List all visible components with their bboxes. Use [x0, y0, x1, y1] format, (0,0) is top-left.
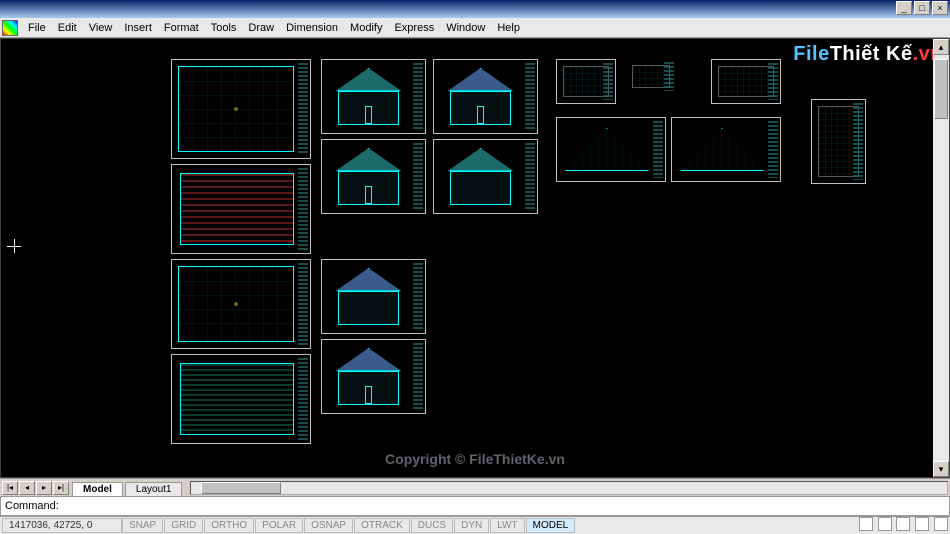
tab-nav-first[interactable]: |◂: [2, 481, 18, 495]
tab-nav-next[interactable]: ▸: [36, 481, 52, 495]
sheet-section-a[interactable]: [321, 339, 426, 414]
tray-icon-2[interactable]: [878, 517, 892, 531]
sheet-section-c[interactable]: [433, 139, 538, 214]
sheet-roof-plan-1[interactable]: [171, 164, 311, 254]
tray-icon-5[interactable]: [934, 517, 948, 531]
sheet-floor-plan[interactable]: [171, 59, 311, 159]
menu-tools[interactable]: Tools: [205, 20, 243, 36]
status-bar: 1417036, 42725, 0 SNAP GRID ORTHO POLAR …: [0, 516, 950, 534]
sheet-roof-truss-2[interactable]: [671, 117, 781, 182]
command-line[interactable]: Command:: [0, 496, 950, 516]
tab-layout1[interactable]: Layout1: [125, 482, 183, 496]
status-coordinates: 1417036, 42725, 0: [2, 518, 122, 533]
scroll-h-thumb[interactable]: [201, 482, 281, 494]
toggle-dyn[interactable]: DYN: [454, 518, 489, 533]
minimize-button[interactable]: _: [896, 1, 912, 15]
sheet-section-b[interactable]: [433, 59, 538, 134]
tab-model[interactable]: Model: [72, 482, 123, 496]
toggle-osnap[interactable]: OSNAP: [304, 518, 353, 533]
scroll-v-track[interactable]: [933, 55, 949, 461]
canvas-scrollbar-horizontal[interactable]: [190, 481, 948, 495]
sheet-rear-elevation[interactable]: [321, 259, 426, 334]
maximize-button[interactable]: □: [914, 1, 930, 15]
watermark-text: Copyright © FileThietKe.vn: [385, 451, 565, 467]
sheet-ceiling-plan[interactable]: [171, 259, 311, 349]
tray-icon-1[interactable]: [859, 517, 873, 531]
sheet-detail-3[interactable]: [711, 59, 781, 104]
toggle-otrack[interactable]: OTRACK: [354, 518, 410, 533]
menu-express[interactable]: Express: [388, 20, 440, 36]
drawing-sheets: [171, 59, 919, 447]
sheet-detail-column[interactable]: [811, 99, 866, 184]
sheet-side-elevation[interactable]: [321, 139, 426, 214]
toggle-snap[interactable]: SNAP: [122, 518, 163, 533]
layout-tabs-row: |◂ ◂ ▸ ▸| Model Layout1: [0, 478, 950, 496]
scroll-v-thumb[interactable]: [934, 59, 948, 119]
scroll-up-button[interactable]: ▴: [933, 39, 949, 55]
sheet-detail-2[interactable]: [626, 59, 676, 94]
tab-nav-last[interactable]: ▸|: [53, 481, 69, 495]
tab-nav-prev[interactable]: ◂: [19, 481, 35, 495]
window-titlebar: _ □ ×: [0, 0, 950, 18]
menu-insert[interactable]: Insert: [118, 20, 158, 36]
sheet-roof-truss-1[interactable]: [556, 117, 666, 182]
sheet-roof-plan-2[interactable]: [171, 354, 311, 444]
close-button[interactable]: ×: [932, 1, 948, 15]
menu-bar: File Edit View Insert Format Tools Draw …: [0, 18, 950, 38]
sheet-detail-1[interactable]: [556, 59, 616, 104]
sheet-front-elevation[interactable]: [321, 59, 426, 134]
tray-icon-3[interactable]: [896, 517, 910, 531]
toggle-polar[interactable]: POLAR: [255, 518, 303, 533]
toggle-ducs[interactable]: DUCS: [411, 518, 453, 533]
toggle-grid[interactable]: GRID: [164, 518, 203, 533]
menu-dimension[interactable]: Dimension: [280, 20, 344, 36]
status-tray: [857, 517, 948, 534]
toggle-lwt[interactable]: LWT: [490, 518, 524, 533]
crosshair-cursor: [7, 239, 21, 253]
drawing-canvas[interactable]: FileThiết Kế.vn Copyright © FileThietKe.…: [0, 38, 950, 478]
menu-file[interactable]: File: [22, 20, 52, 36]
menu-draw[interactable]: Draw: [242, 20, 280, 36]
menu-window[interactable]: Window: [440, 20, 491, 36]
menu-edit[interactable]: Edit: [52, 20, 83, 36]
scroll-down-button[interactable]: ▾: [933, 461, 949, 477]
menu-view[interactable]: View: [83, 20, 119, 36]
toggle-ortho[interactable]: ORTHO: [204, 518, 254, 533]
menu-format[interactable]: Format: [158, 20, 205, 36]
app-icon: [2, 20, 18, 36]
canvas-scrollbar-vertical[interactable]: ▴ ▾: [933, 39, 949, 477]
command-prompt-label: Command:: [5, 500, 59, 512]
tray-icon-4[interactable]: [915, 517, 929, 531]
menu-help[interactable]: Help: [491, 20, 526, 36]
toggle-model[interactable]: MODEL: [526, 518, 576, 533]
menu-modify[interactable]: Modify: [344, 20, 388, 36]
